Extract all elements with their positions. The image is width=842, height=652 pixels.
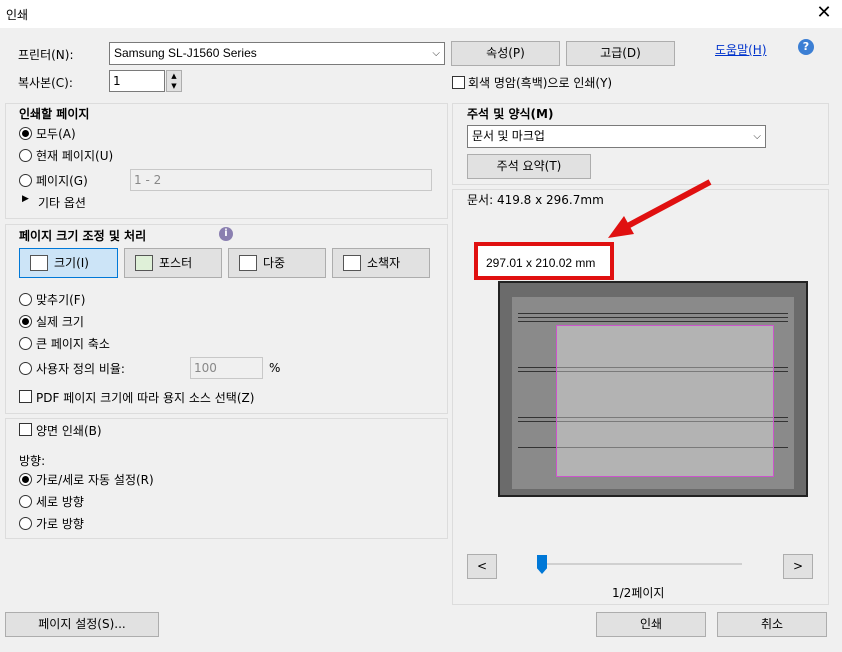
radio-actual-size[interactable]	[19, 315, 32, 328]
grayscale-checkbox[interactable]	[452, 76, 465, 89]
size-tool-button[interactable]: 크기(I)	[19, 248, 118, 278]
cancel-button[interactable]: 취소	[717, 612, 827, 637]
duplex-label: 양면 인쇄(B)	[36, 424, 102, 438]
print-button[interactable]: 인쇄	[596, 612, 706, 637]
radio-pages-label: 페이지(G)	[36, 174, 88, 188]
page-setup-button[interactable]: 페이지 설정(S)...	[5, 612, 159, 637]
score-line	[518, 317, 788, 318]
summarize-comments-button[interactable]: 주석 요약(T)	[467, 154, 591, 179]
triangle-right-icon[interactable]: ▶	[22, 194, 29, 204]
next-page-button[interactable]: >	[783, 554, 813, 579]
duplex-checkbox[interactable]	[19, 423, 32, 436]
preview-sheet	[512, 297, 794, 489]
multiple-pages-icon	[239, 255, 257, 271]
page-slider-track[interactable]	[542, 563, 742, 565]
booklet-tool-button[interactable]: 소책자	[332, 248, 430, 278]
printer-select[interactable]: Samsung SL-J1560 Series ⌵	[109, 42, 445, 65]
radio-landscape[interactable]	[19, 517, 32, 530]
radio-all[interactable]	[19, 127, 32, 140]
print-area-box	[556, 325, 774, 477]
poster-icon	[135, 255, 153, 271]
radio-current-page-label: 현재 페이지(U)	[36, 149, 114, 163]
score-line	[518, 321, 788, 322]
page-sizing-heading: 페이지 크기 조정 및 처리	[19, 229, 147, 243]
prev-page-button[interactable]: <	[467, 554, 497, 579]
radio-fit-label: 맞추기(F)	[36, 293, 86, 307]
radio-custom-scale-label: 사용자 정의 비율:	[36, 362, 125, 376]
radio-auto-orientation-label: 가로/세로 자동 설정(R)	[36, 473, 154, 487]
radio-portrait[interactable]	[19, 495, 32, 508]
score-line	[518, 313, 788, 314]
copies-stepper[interactable]: ▲ ▼	[166, 70, 182, 92]
properties-button[interactable]: 속성(P)	[451, 41, 560, 66]
radio-actual-size-label: 실제 크기	[36, 315, 84, 329]
document-size-text: 문서: 419.8 x 296.7mm	[467, 193, 604, 207]
close-icon[interactable]: ✕	[814, 2, 834, 24]
red-arrow-annotation	[608, 179, 712, 238]
grayscale-label: 회색 명암(흑백)으로 인쇄(Y)	[468, 76, 613, 90]
radio-auto-orientation[interactable]	[19, 473, 32, 486]
size-tool-label: 크기(I)	[54, 256, 89, 270]
poster-tool-label: 포스터	[159, 256, 193, 270]
chevron-down-icon: ⌵	[753, 131, 761, 142]
printer-label: 프린터(N):	[18, 48, 74, 62]
pdf-paper-source-label: PDF 페이지 크기에 따라 용지 소스 선택(Z)	[36, 391, 255, 405]
print-preview-image	[498, 281, 808, 497]
pages-range-input[interactable]: 1 - 2	[130, 169, 432, 191]
booklet-tool-label: 소책자	[367, 256, 401, 270]
multiple-tool-button[interactable]: 다중	[228, 248, 326, 278]
radio-current-page[interactable]	[19, 149, 32, 162]
comments-forms-select[interactable]: 문서 및 마크업 ⌵	[467, 125, 766, 148]
more-options-toggle[interactable]: 기타 옵션	[38, 194, 86, 211]
percent-label: %	[269, 361, 281, 375]
radio-pages[interactable]	[19, 174, 32, 187]
poster-tool-button[interactable]: 포스터	[124, 248, 222, 278]
radio-custom-scale[interactable]	[19, 362, 32, 375]
radio-portrait-label: 세로 방향	[36, 495, 84, 509]
help-icon[interactable]: ?	[798, 39, 814, 55]
page-indicator: 1/2페이지	[612, 586, 665, 600]
chevron-down-icon: ⌵	[432, 48, 440, 59]
pages-to-print-heading: 인쇄할 페이지	[19, 107, 90, 121]
info-icon[interactable]: i	[219, 227, 233, 241]
size-icon	[30, 255, 48, 271]
printer-value: Samsung SL-J1560 Series	[114, 46, 257, 60]
orientation-heading: 방향:	[19, 454, 46, 468]
title-bar: 인쇄 ✕	[0, 0, 842, 28]
help-link[interactable]: 도움말(H)	[715, 41, 767, 58]
copies-label: 복사본(C):	[18, 76, 73, 90]
radio-shrink-oversized-label: 큰 페이지 축소	[36, 337, 110, 351]
callout-size-text: 297.01 x 210.02 mm	[486, 256, 596, 270]
custom-scale-input[interactable]: 100	[190, 357, 263, 379]
advanced-button[interactable]: 고급(D)	[566, 41, 675, 66]
radio-fit[interactable]	[19, 293, 32, 306]
comments-forms-heading: 주석 및 양식(M)	[467, 107, 554, 121]
copies-input[interactable]: 1	[109, 70, 165, 92]
pdf-paper-source-checkbox[interactable]	[19, 390, 32, 403]
comments-forms-value: 문서 및 마크업	[472, 129, 545, 143]
radio-landscape-label: 가로 방향	[36, 517, 84, 531]
radio-shrink-oversized[interactable]	[19, 337, 32, 350]
multiple-tool-label: 다중	[263, 256, 286, 270]
booklet-icon	[343, 255, 361, 271]
window-title: 인쇄	[6, 8, 29, 22]
radio-all-label: 모두(A)	[36, 127, 76, 141]
